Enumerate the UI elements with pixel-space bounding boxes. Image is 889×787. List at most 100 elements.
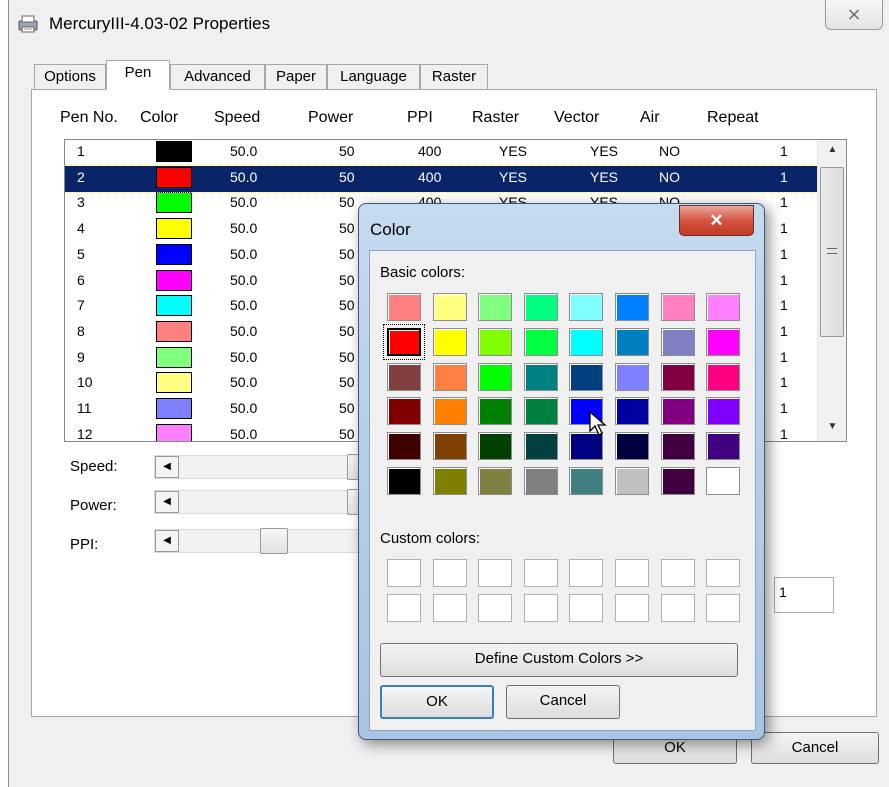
basic-color-swatch[interactable] — [387, 362, 421, 391]
basic-color-swatch[interactable] — [478, 432, 513, 461]
basic-color-swatch[interactable] — [478, 397, 513, 426]
basic-color-swatch[interactable] — [432, 327, 467, 356]
scroll-down-arrow-icon[interactable]: ▼ — [818, 421, 846, 432]
custom-color-swatch[interactable] — [569, 559, 604, 587]
pen-color-swatch[interactable] — [156, 295, 192, 317]
custom-color-swatch[interactable] — [523, 593, 558, 622]
color-cancel-button[interactable]: Cancel — [506, 685, 620, 719]
custom-color-swatch[interactable] — [432, 593, 467, 622]
list-scrollbar[interactable]: ▲ ▼ — [817, 140, 846, 441]
custom-color-swatch[interactable] — [523, 559, 558, 587]
custom-color-swatch[interactable] — [387, 559, 421, 587]
speed-slider[interactable]: ◀ — [154, 454, 375, 480]
pen-color-swatch[interactable] — [156, 320, 192, 342]
custom-color-swatch[interactable] — [615, 593, 649, 622]
basic-color-swatch[interactable] — [615, 362, 649, 391]
basic-color-swatch[interactable] — [569, 293, 604, 321]
pen-color-swatch[interactable] — [156, 218, 192, 240]
basic-color-swatch[interactable] — [660, 397, 695, 426]
ppi-slider[interactable]: ◀ — [154, 528, 374, 554]
basic-color-swatch[interactable] — [478, 467, 513, 495]
basic-color-swatch[interactable] — [523, 467, 558, 495]
list-scroll-thumb[interactable] — [820, 167, 844, 337]
custom-color-swatch[interactable] — [478, 593, 513, 622]
basic-color-swatch[interactable] — [615, 432, 649, 461]
basic-color-swatch[interactable] — [432, 432, 467, 461]
basic-color-swatch[interactable] — [569, 467, 604, 495]
repeat-input[interactable]: 1 — [774, 577, 834, 613]
basic-color-swatch[interactable] — [615, 397, 649, 426]
tab-advanced[interactable]: Advanced — [170, 64, 265, 89]
table-row[interactable]: 2 50.0 50 400 YES YES NO 1 — [65, 164, 818, 193]
basic-color-swatch[interactable] — [523, 327, 558, 356]
custom-color-swatch[interactable] — [615, 559, 649, 587]
basic-color-swatch[interactable] — [387, 432, 421, 461]
basic-color-swatch[interactable] — [706, 432, 741, 461]
basic-color-swatch[interactable] — [523, 397, 558, 426]
custom-color-swatch[interactable] — [706, 559, 741, 587]
basic-color-swatch[interactable] — [432, 362, 467, 391]
custom-color-swatch[interactable] — [569, 593, 604, 622]
basic-color-swatch[interactable] — [432, 293, 467, 321]
pen-color-swatch[interactable] — [156, 398, 192, 419]
tab-language[interactable]: Language — [327, 64, 420, 89]
custom-color-swatch[interactable] — [387, 593, 421, 622]
basic-color-swatch[interactable] — [569, 362, 604, 391]
tab-raster[interactable]: Raster — [420, 64, 488, 89]
pen-color-swatch[interactable] — [156, 243, 192, 265]
custom-color-swatch[interactable] — [432, 559, 467, 587]
define-custom-colors-button[interactable]: Define Custom Colors >> — [380, 643, 738, 677]
custom-color-swatch[interactable] — [478, 559, 513, 587]
basic-color-swatch[interactable] — [615, 467, 649, 495]
basic-color-swatch[interactable] — [615, 293, 649, 321]
basic-color-swatch[interactable] — [523, 432, 558, 461]
cancel-button[interactable]: Cancel — [751, 732, 879, 764]
basic-color-swatch[interactable] — [706, 467, 741, 495]
basic-color-swatch[interactable] — [383, 323, 425, 360]
power-slider[interactable]: ◀ — [154, 489, 375, 515]
pen-color-swatch[interactable] — [156, 372, 192, 394]
ppi-slider-thumb[interactable] — [260, 528, 288, 554]
color-dialog-close-button[interactable]: ✕ — [679, 205, 754, 236]
tab-pen[interactable]: Pen — [106, 60, 170, 90]
basic-color-swatch[interactable] — [615, 327, 649, 356]
basic-color-swatch[interactable] — [660, 327, 695, 356]
pen-color-swatch[interactable] — [156, 269, 192, 291]
basic-color-swatch[interactable] — [478, 327, 513, 356]
basic-color-swatch[interactable] — [569, 327, 604, 356]
title-bar[interactable]: MercuryIII-4.03-02 Properties ⨯ — [9, 0, 889, 48]
ppi-left-arrow-icon[interactable]: ◀ — [155, 530, 179, 552]
basic-color-swatch[interactable] — [660, 362, 695, 391]
basic-color-swatch[interactable] — [660, 293, 695, 321]
basic-color-swatch[interactable] — [478, 293, 513, 321]
pen-color-swatch[interactable] — [156, 192, 192, 214]
basic-color-swatch[interactable] — [387, 467, 421, 495]
basic-color-swatch[interactable] — [478, 362, 513, 391]
custom-color-swatch[interactable] — [660, 559, 695, 587]
basic-color-swatch[interactable] — [523, 293, 558, 321]
speed-left-arrow-icon[interactable]: ◀ — [155, 456, 179, 478]
basic-color-swatch[interactable] — [706, 327, 741, 356]
basic-color-swatch[interactable] — [432, 397, 467, 426]
custom-color-swatch[interactable] — [660, 593, 695, 622]
pen-color-swatch[interactable] — [156, 141, 192, 162]
basic-color-swatch[interactable] — [706, 362, 741, 391]
basic-color-swatch[interactable] — [660, 432, 695, 461]
basic-color-swatch[interactable] — [432, 467, 467, 495]
basic-color-swatch[interactable] — [706, 293, 741, 321]
basic-color-swatch[interactable] — [523, 362, 558, 391]
tab-options[interactable]: Options — [34, 64, 106, 89]
basic-color-swatch[interactable] — [387, 293, 421, 321]
custom-color-swatch[interactable] — [706, 593, 741, 622]
basic-color-swatch[interactable] — [387, 397, 421, 426]
basic-color-swatch[interactable] — [660, 467, 695, 495]
power-left-arrow-icon[interactable]: ◀ — [155, 491, 179, 513]
pen-color-swatch[interactable] — [156, 166, 192, 188]
pen-color-swatch[interactable] — [156, 423, 192, 441]
color-ok-button[interactable]: OK — [380, 685, 494, 719]
window-close-button[interactable]: ⨯ — [825, 0, 883, 30]
scroll-up-arrow-icon[interactable]: ▲ — [818, 144, 846, 155]
basic-color-swatch[interactable] — [706, 397, 741, 426]
pen-color-swatch[interactable] — [156, 346, 192, 368]
tab-paper[interactable]: Paper — [265, 64, 327, 89]
